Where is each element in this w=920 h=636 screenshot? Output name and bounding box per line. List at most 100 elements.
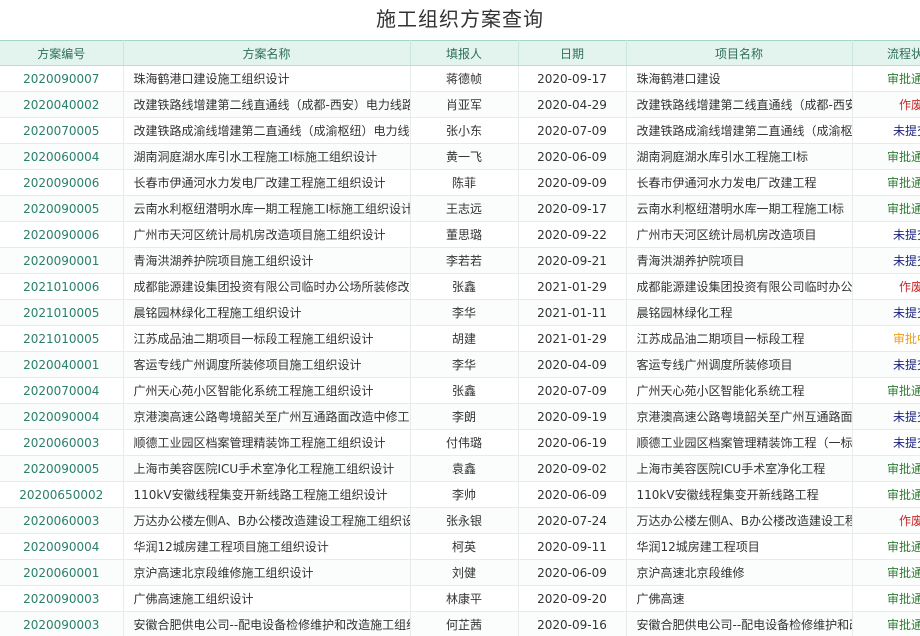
cell-scheme-code: 2020060004 [0, 143, 124, 170]
cell-project-name: 京港澳高速公路粤境韶关至广州互通路面 [626, 403, 853, 430]
cell-project-name: 上海市美容医院ICU手术室净化工程 [626, 455, 853, 482]
cell-flow-status: 审批通过 [852, 533, 920, 560]
cell-reporter: 黄一飞 [410, 143, 519, 170]
table-row[interactable]: 2020090005 云南水利枢纽潜明水库一期工程施工I标施工组织设计 王志远 202… [0, 195, 920, 222]
table-row[interactable]: 2020090006 广州市天河区统计局机房改造项目施工组织设计 董思璐 2020-0… [0, 221, 920, 248]
cell-date: 2020-09-17 [518, 195, 627, 222]
scheme-table: 方案编号 方案名称 填报人 日期 项目名称 流程状态 2020090007珠海鹤… [0, 40, 920, 636]
table-row[interactable]: 2020060003 顺德工业园区档案管理精装饰工程施工组织设计 付伟璐 2020-0… [0, 429, 920, 456]
table-row[interactable]: 2020060004 湖南洞庭湖水库引水工程施工I标施工组织设计 黄一飞 2020-0… [0, 143, 920, 170]
table-row[interactable]: 2020040001 客运专线广州调度所装修项目施工组织设计 李华 2020-04-0… [0, 351, 920, 378]
cell-date: 2020-09-09 [518, 169, 627, 196]
cell-scheme-code: 2020090007 [0, 65, 124, 92]
table-row[interactable]: 2021010005 晨铭园林绿化工程施工组织设计 李华 2021-01-11 晨铭园林… [0, 299, 920, 326]
cell-project-name: 云南水利枢纽潜明水库一期工程施工I标 [626, 195, 853, 222]
cell-date: 2020-06-09 [518, 143, 627, 170]
cell-project-name: 改建铁路成渝线增建第二直通线（成渝枢 [626, 117, 853, 144]
cell-scheme-name: 安徽合肥供电公司--配电设备检修维护和改造施工组织 [123, 611, 411, 636]
cell-scheme-code: 2020060001 [0, 559, 124, 586]
cell-date: 2020-09-21 [518, 247, 627, 274]
cell-flow-status: 未提交 [852, 299, 920, 326]
cell-flow-status: 作废 [852, 91, 920, 118]
cell-reporter: 李朗 [410, 403, 519, 430]
cell-flow-status: 未提交 [852, 351, 920, 378]
cell-flow-status: 审批通过 [852, 195, 920, 222]
table-row[interactable]: 2020090007 珠海鹤港口建设施工组织设计 蒋德帧 2020-09-17 珠海鹤港… [0, 65, 920, 92]
cell-flow-status: 审批通过 [852, 481, 920, 508]
table-row[interactable]: 2020070005 改建铁路成渝线增建第二直通线（成渝枢纽）电力线 张小东 2020… [0, 117, 920, 144]
cell-scheme-code: 2020090005 [0, 195, 124, 222]
cell-scheme-name: 广州天心苑小区智能化系统工程施工组织设计 [123, 377, 411, 404]
cell-scheme-code: 2020090001 [0, 247, 124, 274]
cell-project-name: 湖南洞庭湖水库引水工程施工I标 [626, 143, 853, 170]
cell-flow-status: 审批通过 [852, 611, 920, 636]
cell-reporter: 李帅 [410, 481, 519, 508]
cell-scheme-name: 云南水利枢纽潜明水库一期工程施工I标施工组织设计 [123, 195, 411, 222]
table-row[interactable]: 2020090003广佛高速施工组织设计林康平2020-09-20广佛高速审批通… [0, 585, 920, 612]
table-row[interactable]: 2020060001 京沪高速北京段维修施工组织设计 刘健 2020-06-09 京沪高… [0, 559, 920, 586]
cell-scheme-code: 2020090006 [0, 221, 124, 248]
cell-reporter: 张鑫 [410, 377, 519, 404]
cell-project-name: 改建铁路线增建第二线直通线（成都-西安 [626, 91, 853, 118]
column-header-scheme-name[interactable]: 方案名称 [123, 40, 411, 66]
cell-scheme-code: 2020090003 [0, 585, 124, 612]
table-row[interactable]: 2020090005 上海市美容医院ICU手术室净化工程施工组织设计 袁鑫 2020-… [0, 455, 920, 482]
cell-project-name: 京沪高速北京段维修 [626, 559, 853, 586]
table-row[interactable]: 2020090004 京港澳高速公路粤境韶关至广州互通路面改造中修工程 李朗 2020… [0, 403, 920, 430]
table-row[interactable]: 2021010006 成都能源建设集团投资有限公司临时办公场所装修改造 张鑫 2021… [0, 273, 920, 300]
table-row[interactable]: 2020060003 万达办公楼左侧A、B办公楼改造建设工程施工组织设计 张永银 20… [0, 507, 920, 534]
cell-scheme-name: 珠海鹤港口建设施工组织设计 [123, 65, 411, 92]
table-row[interactable]: 2020090004 华润12城房建工程项目施工组织设计 柯英 2020-09-11 华… [0, 533, 920, 560]
cell-flow-status: 审批通过 [852, 143, 920, 170]
cell-reporter: 蒋德帧 [410, 65, 519, 92]
cell-reporter: 刘健 [410, 559, 519, 586]
cell-reporter: 陈菲 [410, 169, 519, 196]
cell-flow-status: 审批通过 [852, 377, 920, 404]
table-row[interactable]: 20200650002 110kV安徽线程集变开新线路工程施工组织设计 李帅 2020… [0, 481, 920, 508]
table-row[interactable]: 2020090001 青海洪湖养护院项目施工组织设计 李若若 2020-09-21 青海… [0, 247, 920, 274]
cell-date: 2020-07-09 [518, 117, 627, 144]
cell-scheme-name: 湖南洞庭湖水库引水工程施工I标施工组织设计 [123, 143, 411, 170]
cell-scheme-code: 2020090005 [0, 455, 124, 482]
cell-project-name: 安徽合肥供电公司--配电设备检修维护和改 [626, 611, 853, 636]
table-row[interactable]: 2020040002 改建铁路线增建第二线直通线（成都-西安）电力线路 肖亚军 202… [0, 91, 920, 118]
table-row[interactable]: 2021010005 江苏成品油二期项目一标段工程施工组织设计 胡建 2021-01-… [0, 325, 920, 352]
cell-project-name: 江苏成品油二期项目一标段工程 [626, 325, 853, 352]
cell-project-name: 广佛高速 [626, 585, 853, 612]
cell-date: 2020-06-19 [518, 429, 627, 456]
table-row[interactable]: 2020070004 广州天心苑小区智能化系统工程施工组织设计 张鑫 2020-07-… [0, 377, 920, 404]
cell-scheme-code: 2020040001 [0, 351, 124, 378]
table-row[interactable]: 2020090003 安徽合肥供电公司--配电设备检修维护和改造施工组织 何芷茜 20… [0, 611, 920, 636]
cell-date: 2020-09-19 [518, 403, 627, 430]
cell-project-name: 晨铭园林绿化工程 [626, 299, 853, 326]
cell-scheme-code: 2020060003 [0, 507, 124, 534]
table-body: 2020090007 珠海鹤港口建设施工组织设计 蒋德帧 2020-09-17 珠海鹤港… [0, 65, 920, 636]
cell-scheme-code: 2020040002 [0, 91, 124, 118]
cell-reporter: 张小东 [410, 117, 519, 144]
cell-scheme-name: 110kV安徽线程集变开新线路工程施工组织设计 [123, 481, 411, 508]
column-header-project-name[interactable]: 项目名称 [626, 40, 853, 66]
cell-scheme-code: 2020070005 [0, 117, 124, 144]
cell-date: 2021-01-29 [518, 325, 627, 352]
cell-project-name: 广州天心苑小区智能化系统工程 [626, 377, 853, 404]
cell-flow-status: 审批通过 [852, 585, 920, 612]
cell-date: 2020-09-02 [518, 455, 627, 482]
cell-scheme-name: 晨铭园林绿化工程施工组织设计 [123, 299, 411, 326]
column-header-reporter[interactable]: 填报人 [410, 40, 519, 66]
cell-scheme-name: 广佛高速施工组织设计 [123, 585, 411, 612]
cell-reporter: 董思璐 [410, 221, 519, 248]
page-title: 施工组织方案查询 [376, 7, 544, 31]
cell-flow-status: 未提交 [852, 429, 920, 456]
cell-reporter: 李华 [410, 299, 519, 326]
cell-scheme-code: 2020090004 [0, 403, 124, 430]
column-header-scheme-code[interactable]: 方案编号 [0, 40, 124, 66]
cell-project-name: 华润12城房建工程项目 [626, 533, 853, 560]
table-row[interactable]: 2020090006 长春市伊通河水力发电厂改建工程施工组织设计 陈菲 2020-09… [0, 169, 920, 196]
column-header-date[interactable]: 日期 [518, 40, 627, 66]
column-header-flow-status[interactable]: 流程状态 [852, 40, 920, 66]
cell-date: 2020-07-09 [518, 377, 627, 404]
table-header-row: 方案编号 方案名称 填报人 日期 项目名称 流程状态 [0, 40, 920, 66]
cell-flow-status: 审批通过 [852, 169, 920, 196]
cell-date: 2020-09-22 [518, 221, 627, 248]
cell-reporter: 胡建 [410, 325, 519, 352]
